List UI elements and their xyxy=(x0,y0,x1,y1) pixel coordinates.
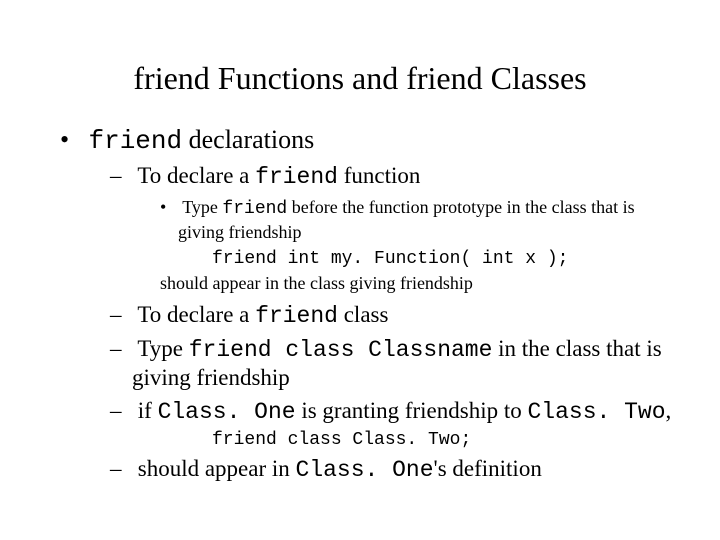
kw: Class. Two xyxy=(527,399,665,425)
kw: Class. One xyxy=(296,457,434,483)
b3-type-friend: Type friend before the function prototyp… xyxy=(160,196,680,244)
slide-title: friend Functions and friend Classes xyxy=(40,60,680,97)
txt: is granting friendship to xyxy=(296,398,528,423)
b2-type-friend-class: Type friend class Classname in the class… xyxy=(110,335,680,394)
bullet-level-1: friend declarations To declare a friend … xyxy=(60,125,680,485)
txt: To declare a xyxy=(137,163,255,188)
kw: friend xyxy=(255,303,338,329)
txt: Type xyxy=(137,336,188,361)
code-friend-class: friend class Class. Two; xyxy=(212,429,680,452)
after-code-1: should appear in the class giving friend… xyxy=(160,272,680,295)
code-friend-function: friend int my. Function( int x ); xyxy=(212,248,680,271)
txt: , xyxy=(666,398,672,423)
kw: friend xyxy=(222,199,287,219)
txt: should appear in xyxy=(138,456,296,481)
kw: Class. One xyxy=(158,399,296,425)
txt: function xyxy=(338,163,420,188)
b1-item: friend declarations To declare a friend … xyxy=(60,125,680,485)
b2-should-appear: should appear in Class. One's definition xyxy=(110,455,680,485)
b2-declare-class: To declare a friend class xyxy=(110,301,680,331)
kw: friend class Classname xyxy=(189,337,493,363)
b1-text: declarations xyxy=(182,125,314,154)
txt: class xyxy=(338,302,388,327)
bullet-level-3: Type friend before the function prototyp… xyxy=(160,196,680,244)
b2-if-classone: if Class. One is granting friendship to … xyxy=(110,397,680,451)
kw-friend: friend xyxy=(89,126,183,156)
kw: friend xyxy=(255,164,338,190)
slide: friend Functions and friend Classes frie… xyxy=(0,0,720,540)
txt: if xyxy=(138,398,158,423)
txt: To declare a xyxy=(137,302,255,327)
bullet-level-2: To declare a friend function Type friend… xyxy=(110,162,680,485)
txt: Type xyxy=(182,197,222,217)
b2-declare-function: To declare a friend function Type friend… xyxy=(110,162,680,295)
txt: 's definition xyxy=(434,456,542,481)
